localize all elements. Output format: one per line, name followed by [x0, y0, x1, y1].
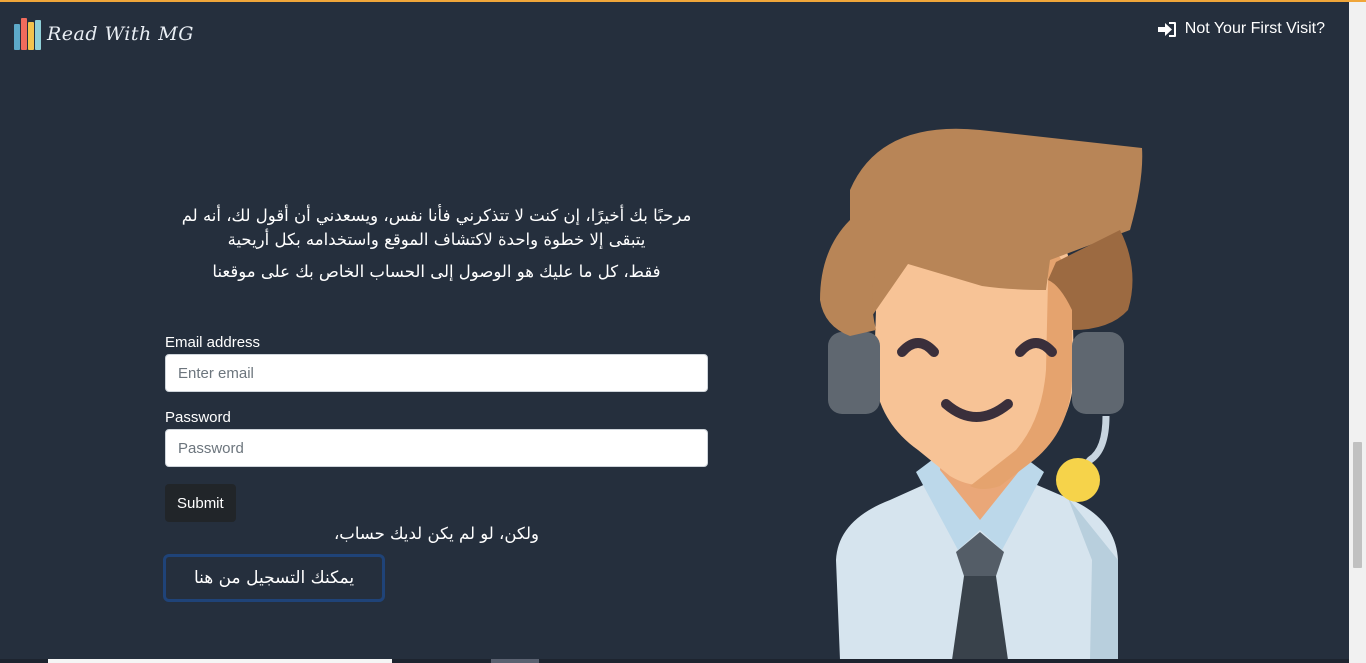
vertical-scrollbar[interactable] [1349, 2, 1366, 663]
bottom-bar [0, 659, 1349, 663]
register-button[interactable]: يمكنك التسجيل من هنا [163, 554, 385, 602]
brand-name: Read With MG [47, 23, 194, 45]
login-instruction: فقط، كل ما عليك هو الوصول إلى الحساب الخ… [212, 262, 661, 281]
scrollbar-thumb[interactable] [1353, 442, 1362, 568]
brand-logo[interactable]: Read With MG [14, 18, 194, 50]
login-form: Email address Password Submit [165, 334, 708, 522]
nav-link-label: Not Your First Visit? [1184, 20, 1325, 37]
password-field[interactable] [165, 429, 708, 467]
not-first-visit-link[interactable]: Not Your First Visit? [1157, 20, 1325, 38]
welcome-paragraph: مرحبًا بك أخيرًا، إن كنت لا تتذكرني فأنا… [181, 206, 692, 249]
email-field[interactable] [165, 354, 708, 392]
navbar: Read With MG Not Your First Visit? [0, 2, 1349, 62]
submit-button[interactable]: Submit [165, 484, 236, 522]
books-icon [14, 18, 41, 50]
sign-in-icon [1157, 21, 1176, 37]
email-label: Email address [165, 334, 261, 351]
support-agent-illustration [820, 128, 1143, 660]
password-label: Password [165, 409, 231, 426]
register-button-label: يمكنك التسجيل من هنا [193, 568, 355, 588]
welcome-text: مرحبًا بك أخيرًا، إن كنت لا تتذكرني فأنا… [165, 204, 708, 284]
no-account-text: ولكن، لو لم يكن لديك حساب، [333, 524, 540, 543]
